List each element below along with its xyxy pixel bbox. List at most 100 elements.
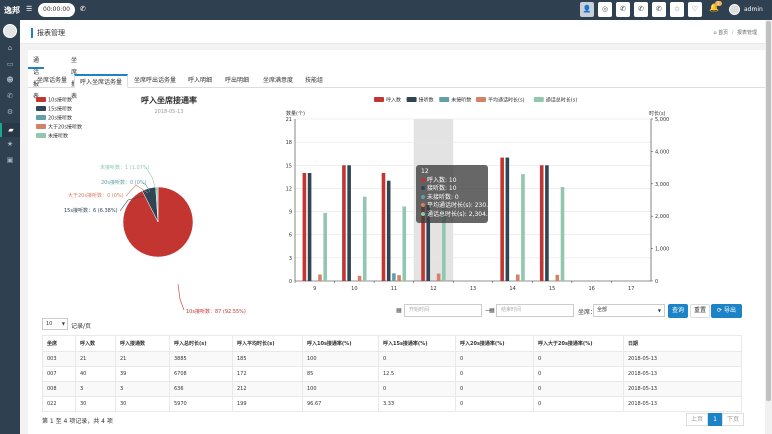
cell: 0 bbox=[533, 351, 624, 367]
tab-inbound-agent-volume[interactable]: 呼入坐席话务量 bbox=[74, 74, 129, 88]
breadcrumb-home[interactable]: 首页 bbox=[718, 30, 728, 36]
reset-button[interactable]: 重置 bbox=[690, 304, 710, 318]
menu-icon[interactable]: ☰ bbox=[26, 5, 32, 13]
bar-legend-label[interactable]: 呼入数 bbox=[386, 97, 401, 104]
col-avg-duration[interactable]: 呼入平均时长(s) bbox=[232, 335, 303, 352]
heart-icon[interactable]: ♡ bbox=[688, 2, 702, 17]
bar-10-0[interactable] bbox=[342, 165, 346, 281]
legend-label-15s[interactable]: 15s接听数 bbox=[48, 106, 72, 113]
legend-swatch-10s[interactable] bbox=[36, 97, 46, 102]
bar-10-3[interactable] bbox=[357, 275, 362, 281]
phone-hangup-icon[interactable]: ✆ bbox=[652, 2, 666, 17]
cell: 3 bbox=[115, 381, 170, 397]
query-button[interactable]: 查询 bbox=[668, 304, 688, 318]
bar-legend-label[interactable]: 通话总时长(s) bbox=[546, 97, 578, 104]
end-time-input[interactable]: 结束时间 bbox=[496, 304, 574, 317]
home-crumb-icon: ⌂ bbox=[713, 30, 717, 36]
user-avatar[interactable] bbox=[729, 4, 740, 15]
bar-14-0[interactable] bbox=[500, 157, 504, 281]
tab-agent-volume[interactable]: 坐席话务量 bbox=[32, 74, 72, 88]
legend-label-10s[interactable]: 10s接听数 bbox=[48, 97, 72, 104]
bar-legend-swatch[interactable] bbox=[439, 97, 450, 102]
settings-icon[interactable]: ⚙ bbox=[0, 108, 20, 116]
tab-outbound-agent-volume[interactable]: 坐席呼出话务量 bbox=[129, 74, 181, 88]
start-time-input[interactable]: 开始时间 bbox=[404, 304, 482, 317]
y-right-tick-label: 5,000 bbox=[655, 117, 669, 123]
bar-12-3[interactable] bbox=[436, 273, 441, 281]
scrollbar-thumb[interactable] bbox=[766, 21, 771, 401]
next-page-button[interactable]: 下页 bbox=[722, 413, 744, 426]
users-icon[interactable]: ☻ bbox=[0, 76, 20, 84]
tab-agent-report[interactable]: 坐席报表 bbox=[66, 55, 82, 100]
bar-14-3[interactable] bbox=[515, 274, 520, 281]
headset-icon[interactable]: ◎ bbox=[598, 2, 612, 17]
col-15s-rate[interactable]: 呼入15s接通率(%) bbox=[378, 335, 456, 352]
home-icon[interactable]: ⌂ bbox=[0, 44, 20, 52]
agent-select[interactable]: 全部 ▼ bbox=[593, 304, 665, 317]
bar-legend-swatch[interactable] bbox=[476, 97, 486, 102]
bar-11-3[interactable] bbox=[397, 275, 401, 281]
report-folder-icon[interactable]: ▰ bbox=[0, 123, 20, 137]
bar-11-1[interactable] bbox=[386, 180, 391, 281]
bar-9-1[interactable] bbox=[307, 173, 312, 281]
prev-page-button[interactable]: 上页 bbox=[686, 413, 708, 426]
desktop-icon[interactable]: ▣ bbox=[0, 156, 20, 164]
legend-label-20s[interactable]: 20s接听数 bbox=[48, 115, 72, 122]
legend-swatch-20s[interactable] bbox=[36, 115, 46, 120]
bar-legend-swatch[interactable] bbox=[406, 97, 417, 102]
legend-label-gt20s[interactable]: 大于20s接听数 bbox=[48, 124, 82, 131]
page-1-button[interactable]: 1 bbox=[708, 413, 722, 426]
bar-legend-label[interactable]: 未接听数 bbox=[451, 97, 471, 104]
col-agent[interactable]: 坐席 bbox=[42, 335, 76, 352]
bar-15-3[interactable] bbox=[555, 274, 560, 281]
bar-11-4[interactable] bbox=[402, 206, 407, 281]
tab-call-report[interactable]: 通话报表 bbox=[28, 55, 45, 100]
tab-inbound-detail[interactable]: 呼入明细 bbox=[183, 74, 217, 88]
bar-legend-label[interactable]: 接听数 bbox=[419, 97, 434, 104]
bar-legend-swatch[interactable] bbox=[374, 97, 384, 102]
phone-icon[interactable]: ✆ bbox=[80, 5, 86, 13]
tab-outbound-detail[interactable]: 呼出明细 bbox=[220, 74, 254, 88]
star-icon[interactable]: ☆ bbox=[670, 2, 684, 17]
col-answered[interactable]: 呼入接通数 bbox=[115, 335, 170, 352]
col-gt20s-rate[interactable]: 呼入大于20s接通率(%) bbox=[533, 335, 624, 352]
bar-9-0[interactable] bbox=[302, 173, 307, 281]
legend-swatch-gt20s[interactable] bbox=[36, 124, 46, 129]
bar-10-1[interactable] bbox=[347, 165, 351, 281]
monitor-icon[interactable]: ▭ bbox=[0, 60, 20, 68]
col-date[interactable]: 日期 bbox=[623, 335, 742, 352]
bar-11-2[interactable] bbox=[392, 273, 396, 281]
agent-status-icon[interactable]: 👤 bbox=[580, 2, 594, 17]
export-button[interactable]: ⟳ 导出 bbox=[711, 304, 742, 318]
bar-11-0[interactable] bbox=[381, 173, 386, 281]
bar-9-3[interactable] bbox=[318, 274, 322, 281]
bar-legend-label[interactable]: 平均通话时长(s) bbox=[488, 97, 525, 104]
bar-10-4[interactable] bbox=[362, 196, 367, 281]
table-row: 008 3 3 636 212 100 0 0 0 2018-05-13 bbox=[42, 381, 742, 397]
bar-9-4[interactable] bbox=[323, 212, 327, 281]
bar-15-0[interactable] bbox=[539, 165, 544, 281]
tab-skill-group[interactable]: 技能组 bbox=[300, 74, 328, 88]
legend-swatch-15s[interactable] bbox=[36, 106, 46, 111]
legend-label-unanswered[interactable]: 未接听数 bbox=[48, 133, 68, 140]
bar-14-1[interactable] bbox=[505, 157, 510, 281]
page-size-select[interactable]: 10 ▼ bbox=[42, 318, 68, 330]
page-scrollbar[interactable] bbox=[765, 20, 772, 434]
star-icon[interactable]: ★ bbox=[0, 140, 20, 148]
bar-legend-swatch[interactable] bbox=[533, 97, 544, 102]
legend-swatch-unanswered[interactable] bbox=[36, 133, 46, 138]
bar-15-1[interactable] bbox=[545, 165, 549, 281]
bar-15-4[interactable] bbox=[560, 187, 565, 281]
phone-icon[interactable]: ✆ bbox=[0, 92, 20, 100]
sidebar-avatar[interactable] bbox=[3, 24, 17, 38]
col-inbound[interactable]: 呼入数 bbox=[75, 335, 116, 352]
phone-out-icon[interactable]: ✆ bbox=[616, 2, 630, 17]
col-20s-rate[interactable]: 呼入20s接通率(%) bbox=[455, 335, 534, 352]
col-total-duration[interactable]: 呼入总时长(s) bbox=[169, 335, 233, 352]
tab-agent-satisfaction[interactable]: 坐席满意度 bbox=[258, 74, 298, 88]
bar-14-4[interactable] bbox=[521, 174, 525, 281]
col-10s-rate[interactable]: 呼入10s接通率(%) bbox=[302, 335, 379, 352]
tooltip-dot bbox=[421, 186, 425, 190]
phone-transfer-icon[interactable]: ✆ bbox=[634, 2, 648, 17]
user-name[interactable]: admin bbox=[744, 6, 763, 13]
